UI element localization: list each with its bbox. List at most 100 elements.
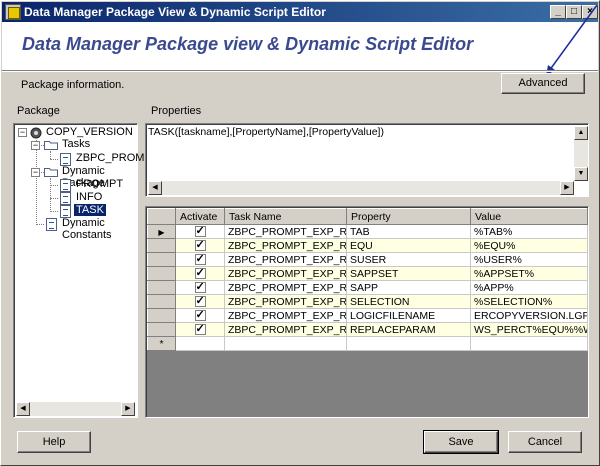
row-header[interactable] bbox=[147, 252, 176, 267]
package-info-label: Package information. bbox=[21, 79, 125, 91]
package-root-icon bbox=[30, 127, 42, 139]
activate-cell[interactable] bbox=[175, 322, 225, 337]
row-header[interactable] bbox=[147, 294, 176, 309]
folder-icon bbox=[44, 168, 58, 177]
scroll-right-icon[interactable]: ▶ bbox=[121, 402, 135, 416]
cancel-button[interactable]: Cancel bbox=[508, 431, 582, 453]
row-header[interactable]: ▶ bbox=[147, 224, 176, 239]
tree-item-prompt[interactable]: PROMPT bbox=[74, 178, 125, 190]
cancel-button-label: Cancel bbox=[527, 436, 563, 448]
table-row[interactable]: ZBPC_PROMPT_EXP_RUNREPLACEPARAMWS_PERCT%… bbox=[147, 322, 588, 337]
tree-item-tasks[interactable]: Tasks bbox=[60, 138, 92, 150]
task-name-cell[interactable]: ZBPC_PROMPT_EXP_RUN bbox=[224, 294, 347, 309]
property-cell[interactable]: REPLACEPARAM bbox=[346, 322, 471, 337]
tree-item-task-selected[interactable]: TASK bbox=[74, 204, 106, 216]
value-cell[interactable]: %APPSET% bbox=[470, 266, 588, 281]
property-cell[interactable]: SELECTION bbox=[346, 294, 471, 309]
activate-checkbox[interactable] bbox=[194, 268, 206, 280]
new-row[interactable]: * bbox=[147, 336, 588, 351]
activate-checkbox[interactable] bbox=[194, 254, 206, 266]
save-button[interactable]: Save bbox=[423, 430, 499, 454]
table-row[interactable]: ZBPC_PROMPT_EXP_RUNSUSER%USER% bbox=[147, 252, 588, 267]
property-cell[interactable]: SAPPSET bbox=[346, 266, 471, 281]
properties-section-label: Properties bbox=[151, 105, 202, 117]
activate-cell[interactable] bbox=[175, 308, 225, 323]
tree-root-collapse[interactable]: − bbox=[18, 128, 27, 137]
activate-checkbox[interactable] bbox=[194, 324, 206, 336]
value-cell[interactable]: %SELECTION% bbox=[470, 294, 588, 309]
column-header-property[interactable]: Property bbox=[346, 208, 471, 225]
task-name-cell[interactable]: ZBPC_PROMPT_EXP_RUN bbox=[224, 224, 347, 239]
activate-cell[interactable] bbox=[175, 224, 225, 239]
value-cell[interactable]: %APP% bbox=[470, 280, 588, 295]
tree-dynamic-collapse[interactable]: − bbox=[31, 168, 40, 177]
activate-checkbox[interactable] bbox=[194, 226, 206, 238]
empty-cell[interactable] bbox=[175, 336, 225, 351]
activate-cell[interactable] bbox=[175, 252, 225, 267]
row-header[interactable] bbox=[147, 266, 176, 281]
tree-item-constants[interactable]: Dynamic Constants bbox=[60, 217, 137, 241]
property-cell[interactable]: SAPP bbox=[346, 280, 471, 295]
document-icon bbox=[60, 179, 71, 192]
help-button-label: Help bbox=[42, 436, 66, 448]
property-cell[interactable]: SUSER bbox=[346, 252, 471, 267]
task-name-cell[interactable]: ZBPC_PROMPT_EXP_RUN bbox=[224, 266, 347, 281]
column-header-activate[interactable]: Activate bbox=[175, 208, 225, 225]
table-row[interactable]: ZBPC_PROMPT_EXP_RUNSAPP%APP% bbox=[147, 280, 588, 295]
activate-checkbox[interactable] bbox=[194, 240, 206, 252]
task-name-cell[interactable]: ZBPC_PROMPT_EXP_RUN bbox=[224, 308, 347, 323]
activate-cell[interactable] bbox=[175, 238, 225, 253]
package-tree[interactable]: − COPY_VERSION − Tasks ZBPC_PROMPT − Dyn… bbox=[13, 123, 159, 418]
column-header-value[interactable]: Value bbox=[470, 208, 588, 225]
activate-cell[interactable] bbox=[175, 294, 225, 309]
row-header-corner bbox=[147, 208, 176, 225]
tree-item-root[interactable]: COPY_VERSION bbox=[44, 126, 135, 138]
current-row-icon: ▶ bbox=[158, 227, 165, 237]
tree-hscrollbar[interactable] bbox=[16, 402, 135, 416]
empty-cell[interactable] bbox=[470, 336, 588, 351]
property-cell[interactable]: LOGICFILENAME bbox=[346, 308, 471, 323]
help-button[interactable]: Help bbox=[17, 431, 91, 453]
empty-cell[interactable] bbox=[346, 336, 471, 351]
save-button-label: Save bbox=[448, 436, 474, 448]
advanced-button[interactable]: Advanced bbox=[501, 73, 585, 94]
activate-checkbox[interactable] bbox=[194, 310, 206, 322]
new-row-marker: * bbox=[147, 336, 176, 351]
scroll-down-icon[interactable]: ▼ bbox=[574, 167, 588, 181]
table-row[interactable]: ZBPC_PROMPT_EXP_RUNEQU%EQU% bbox=[147, 238, 588, 253]
value-cell[interactable]: %EQU% bbox=[470, 238, 588, 253]
task-name-cell[interactable]: ZBPC_PROMPT_EXP_RUN bbox=[224, 252, 347, 267]
properties-textbox[interactable]: TASK([taskname],[PropertyName],[Property… bbox=[145, 123, 589, 197]
row-header[interactable] bbox=[147, 308, 176, 323]
row-header[interactable] bbox=[147, 280, 176, 295]
table-row[interactable]: ▶ ZBPC_PROMPT_EXP_RUNTAB%TAB% bbox=[147, 224, 588, 239]
table-row[interactable]: ZBPC_PROMPT_EXP_RUNLOGICFILENAMEERCOPYVE… bbox=[147, 308, 588, 323]
tree-item-info[interactable]: INFO bbox=[74, 191, 104, 203]
properties-hscrollbar[interactable] bbox=[148, 181, 574, 195]
scroll-left-icon[interactable]: ◀ bbox=[16, 402, 30, 416]
tree-tasks-collapse[interactable]: − bbox=[31, 141, 40, 150]
activate-checkbox[interactable] bbox=[194, 296, 206, 308]
table-row[interactable]: ZBPC_PROMPT_EXP_RUNSAPPSET%APPSET% bbox=[147, 266, 588, 281]
row-header[interactable] bbox=[147, 238, 176, 253]
column-header-task-name[interactable]: Task Name bbox=[224, 208, 347, 225]
property-cell[interactable]: EQU bbox=[346, 238, 471, 253]
table-row[interactable]: ZBPC_PROMPT_EXP_RUNSELECTION%SELECTION% bbox=[147, 294, 588, 309]
activate-cell[interactable] bbox=[175, 280, 225, 295]
row-header[interactable] bbox=[147, 322, 176, 337]
properties-grid[interactable]: Activate Task Name Property Value ▶ZBPC_… bbox=[145, 206, 589, 418]
task-name-cell[interactable]: ZBPC_PROMPT_EXP_RUN bbox=[224, 280, 347, 295]
scroll-left-icon[interactable]: ◀ bbox=[148, 181, 162, 195]
value-cell[interactable]: ERCOPYVERSION.LGF bbox=[470, 308, 588, 323]
task-name-cell[interactable]: ZBPC_PROMPT_EXP_RUN bbox=[224, 322, 347, 337]
property-cell[interactable]: TAB bbox=[346, 224, 471, 239]
activate-cell[interactable] bbox=[175, 266, 225, 281]
value-cell[interactable]: %USER% bbox=[470, 252, 588, 267]
activate-checkbox[interactable] bbox=[194, 282, 206, 294]
value-cell[interactable]: %TAB% bbox=[470, 224, 588, 239]
empty-cell[interactable] bbox=[224, 336, 347, 351]
scroll-up-icon[interactable]: ▲ bbox=[574, 126, 588, 140]
task-name-cell[interactable]: ZBPC_PROMPT_EXP_RUN bbox=[224, 238, 347, 253]
value-cell[interactable]: WS_PERCT%EQU%%WS_ bbox=[470, 322, 588, 337]
scroll-right-icon[interactable]: ▶ bbox=[560, 181, 574, 195]
